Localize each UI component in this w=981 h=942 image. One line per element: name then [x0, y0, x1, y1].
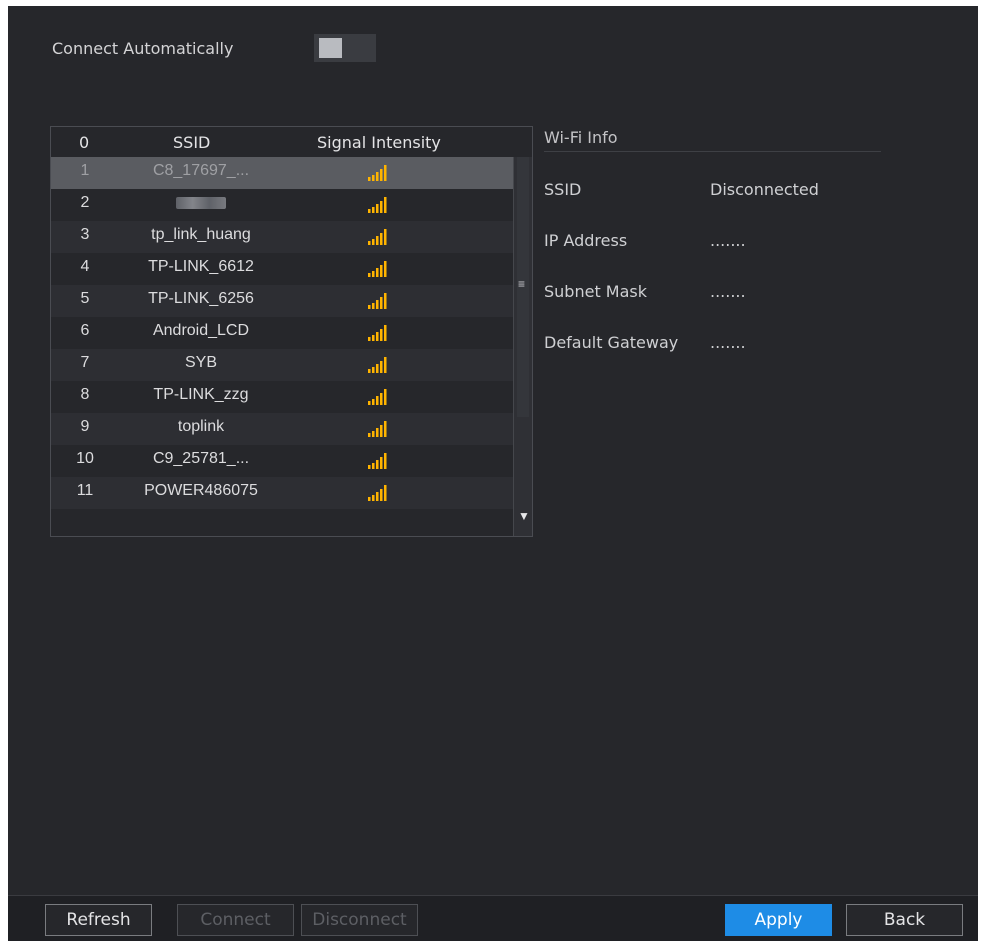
wifi-info-divider — [544, 151, 881, 152]
network-row[interactable]: 9 toplink — [51, 413, 514, 445]
network-number: 6 — [80, 322, 90, 339]
signal-strength-icon — [367, 357, 391, 373]
refresh-button[interactable]: Refresh — [45, 904, 152, 936]
signal-strength-icon — [367, 261, 391, 277]
signal-strength-icon — [367, 421, 391, 437]
ssid-value: Disconnected — [710, 180, 819, 199]
blurred-ssid — [176, 197, 226, 209]
network-row[interactable]: 3 tp_link_huang — [51, 221, 514, 253]
network-ssid: POWER486075 — [144, 482, 258, 499]
network-number: 11 — [76, 482, 94, 499]
network-row[interactable]: 4 TP-LINK_6612 — [51, 253, 514, 285]
toggle-knob — [319, 38, 342, 58]
bottom-button-bar: Refresh Connect Disconnect Apply Back — [8, 895, 978, 941]
network-number: 5 — [80, 290, 90, 307]
ip-address-label: IP Address — [544, 231, 628, 250]
signal-strength-icon — [367, 485, 391, 501]
signal-strength-icon — [367, 389, 391, 405]
wifi-network-list: 0 SSID Signal Intensity 1 C8_17697_... 2 3 t… — [50, 126, 533, 537]
network-number: 4 — [80, 258, 90, 275]
column-header-ssid[interactable]: SSID — [173, 133, 210, 152]
network-ssid: SYB — [184, 354, 217, 371]
subnet-mask-value: ....... — [710, 282, 746, 301]
network-number: 2 — [80, 194, 90, 211]
apply-button[interactable]: Apply — [725, 904, 832, 936]
wifi-info-title: Wi-Fi Info — [544, 128, 618, 147]
network-ssid: TP-LINK_zzg — [153, 386, 249, 403]
network-row[interactable]: 5 TP-LINK_6256 — [51, 285, 514, 317]
ip-address-value: ....... — [710, 231, 746, 250]
network-rows: 1 C8_17697_... 2 3 tp_link_huang 4 TP-LINK_661… — [51, 157, 514, 509]
ssid-label: SSID — [544, 180, 582, 199]
network-row[interactable]: 2 — [51, 189, 514, 221]
network-ssid: tp_link_huang — [151, 226, 251, 243]
network-row[interactable]: 1 C8_17697_... — [51, 157, 514, 189]
list-scrollbar[interactable]: ≡ ▼ — [513, 157, 532, 536]
network-ssid: TP-LINK_6256 — [148, 290, 254, 307]
signal-strength-icon — [367, 229, 391, 245]
network-ssid: Android_LCD — [152, 322, 250, 339]
network-row[interactable]: 11 POWER486075 — [51, 477, 514, 509]
network-row[interactable]: 7 SYB — [51, 349, 514, 381]
network-number: 9 — [80, 418, 90, 435]
network-row[interactable]: 8 TP-LINK_zzg — [51, 381, 514, 413]
subnet-mask-label: Subnet Mask — [544, 282, 648, 301]
column-header-number[interactable]: 0 — [79, 133, 89, 152]
signal-strength-icon — [367, 325, 391, 341]
connect-automatically-label: Connect Automatically — [52, 39, 234, 58]
signal-strength-icon — [367, 197, 391, 213]
scroll-down-arrow-icon[interactable]: ▼ — [518, 509, 530, 523]
default-gateway-value: ....... — [710, 333, 746, 352]
signal-strength-icon — [367, 165, 391, 181]
back-button[interactable]: Back — [846, 904, 963, 936]
connect-automatically-toggle[interactable] — [314, 34, 376, 62]
network-number: 8 — [80, 386, 90, 403]
network-number: 10 — [76, 450, 94, 467]
disconnect-button[interactable]: Disconnect — [301, 904, 418, 936]
signal-strength-icon — [367, 293, 391, 309]
signal-strength-icon — [367, 453, 391, 469]
network-ssid — [121, 194, 281, 214]
network-number: 3 — [80, 226, 90, 243]
network-ssid: C9_25781_... — [152, 450, 250, 467]
column-header-signal-intensity[interactable]: Signal Intensity — [317, 133, 441, 152]
connect-button[interactable]: Connect — [177, 904, 294, 936]
network-number: 7 — [80, 354, 90, 371]
wifi-settings-panel: Connect Automatically 0 SSID Signal Inte… — [8, 6, 978, 941]
network-row[interactable]: 6 Android_LCD — [51, 317, 514, 349]
network-ssid: TP-LINK_6612 — [148, 258, 254, 275]
scrollbar-grip-icon[interactable]: ≡ — [518, 277, 525, 291]
network-number: 1 — [80, 162, 90, 179]
network-ssid: C8_17697_... — [152, 162, 250, 179]
default-gateway-label: Default Gateway — [544, 333, 679, 352]
network-row[interactable]: 10 C9_25781_... — [51, 445, 514, 477]
network-ssid: toplink — [177, 418, 225, 435]
list-header: 0 SSID Signal Intensity — [51, 127, 532, 157]
